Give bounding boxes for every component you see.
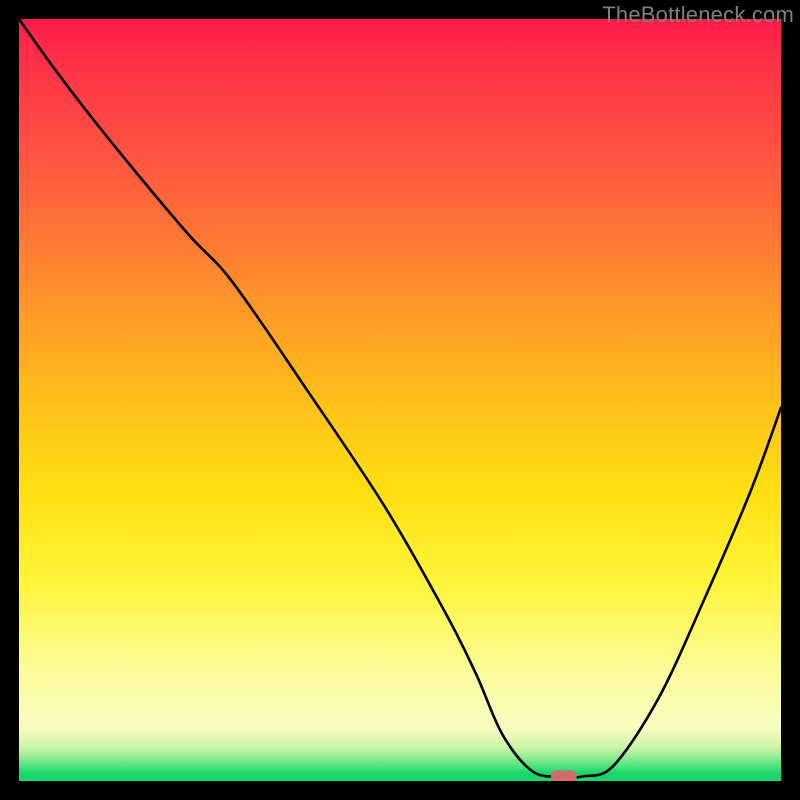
watermark-text: TheBottleneck.com bbox=[602, 2, 794, 28]
plot-area bbox=[19, 19, 781, 781]
chart-frame: TheBottleneck.com bbox=[0, 0, 800, 800]
bottleneck-curve-line bbox=[19, 19, 781, 777]
curve-layer bbox=[19, 19, 781, 781]
marker-pill bbox=[551, 770, 577, 781]
